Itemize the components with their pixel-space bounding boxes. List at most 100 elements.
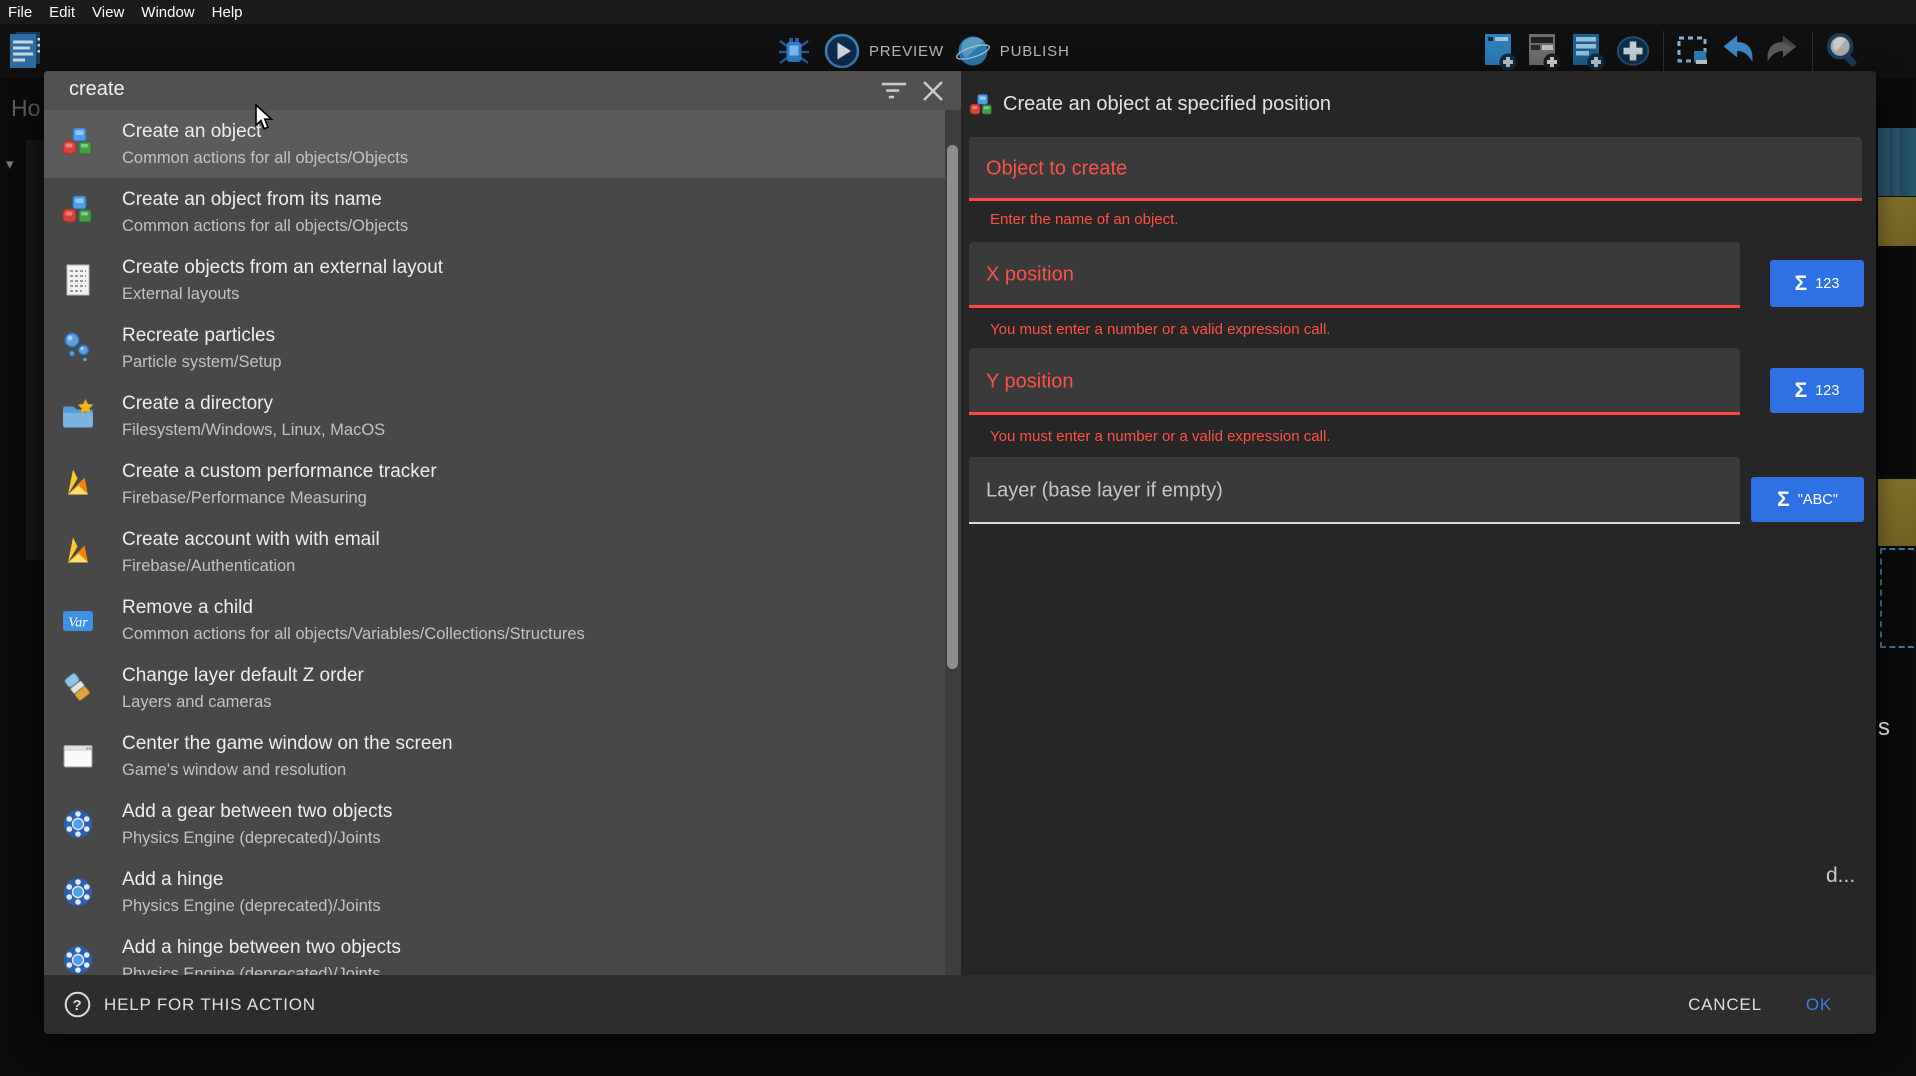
background-text-fragment: s bbox=[1878, 714, 1890, 742]
action-list-item[interactable]: Create a custom performance tracker Fire… bbox=[44, 450, 961, 518]
background-thumbnail-gold bbox=[1878, 479, 1916, 546]
action-title: Center the game window on the screen bbox=[122, 733, 453, 755]
y-expression-button[interactable]: Σ 123 bbox=[1770, 368, 1864, 413]
action-parameters-panel: Create an object at specified position O… bbox=[961, 71, 1876, 975]
y-field-label: Y position bbox=[986, 370, 1073, 393]
close-icon[interactable] bbox=[920, 78, 946, 104]
cubes-icon bbox=[968, 93, 995, 120]
action-group: Physics Engine (deprecated)/Joints bbox=[122, 828, 392, 848]
action-list-item[interactable]: Create an object Common actions for all … bbox=[44, 110, 961, 178]
cubes-icon bbox=[60, 194, 96, 230]
document-icon bbox=[60, 262, 96, 298]
cubes-icon bbox=[60, 126, 96, 162]
object-field-label: Object to create bbox=[986, 158, 1127, 181]
action-list-item[interactable]: Add a hinge Physics Engine (deprecated)/… bbox=[44, 858, 961, 926]
publish-label: PUBLISH bbox=[1000, 43, 1070, 60]
field-underline bbox=[969, 198, 1862, 201]
background-thumbnail-gold bbox=[1878, 197, 1916, 246]
toolbar-divider bbox=[1812, 31, 1813, 71]
undo-icon[interactable] bbox=[1719, 31, 1757, 71]
action-list-item[interactable]: Recreate particles Particle system/Setup bbox=[44, 314, 961, 382]
window-icon bbox=[60, 738, 96, 774]
search-input[interactable]: create bbox=[69, 78, 125, 101]
add-external-layout-icon[interactable] bbox=[1570, 31, 1608, 71]
action-list-item[interactable]: Create account with with email Firebase/… bbox=[44, 518, 961, 586]
menu-file[interactable]: File bbox=[8, 4, 32, 21]
action-title: Change layer default Z order bbox=[122, 665, 364, 687]
action-list-item[interactable]: Center the game window on the screen Gam… bbox=[44, 722, 961, 790]
deselect-icon[interactable] bbox=[1675, 31, 1713, 71]
action-group: Filesystem/Windows, Linux, MacOS bbox=[122, 420, 385, 440]
detail-header: Create an object at specified position bbox=[961, 71, 1876, 131]
action-group: Particle system/Setup bbox=[122, 352, 282, 372]
folder-star-icon bbox=[60, 398, 96, 434]
preview-label: PREVIEW bbox=[869, 43, 944, 60]
object-field-error: Enter the name of an object. bbox=[990, 211, 1178, 228]
menu-bar: File Edit View Window Help bbox=[0, 0, 1916, 24]
add-external-events-icon[interactable] bbox=[1526, 31, 1564, 71]
x-field-label: X position bbox=[986, 264, 1074, 287]
layer-expression-button[interactable]: Σ "ABC" bbox=[1751, 477, 1864, 522]
background-text-fragment: d... bbox=[1826, 864, 1855, 888]
action-group: Firebase/Authentication bbox=[122, 556, 380, 576]
action-title: Create account with with email bbox=[122, 529, 380, 551]
background-selection-outline bbox=[1880, 548, 1914, 648]
action-group: Common actions for all objects/Objects bbox=[122, 148, 408, 168]
action-title: Remove a child bbox=[122, 597, 585, 619]
sigma-icon: Σ bbox=[1777, 489, 1790, 510]
action-list-item[interactable]: Var Remove a child Common actions for al… bbox=[44, 586, 961, 654]
scrollbar-thumb[interactable] bbox=[947, 145, 958, 669]
cancel-button[interactable]: CANCEL bbox=[1688, 995, 1762, 1015]
action-list-item[interactable]: Create an object from its name Common ac… bbox=[44, 178, 961, 246]
zoom-search-icon[interactable] bbox=[1824, 31, 1862, 71]
x-position-field[interactable]: X position bbox=[969, 242, 1740, 308]
y-position-field[interactable]: Y position bbox=[969, 348, 1740, 415]
action-group: Firebase/Performance Measuring bbox=[122, 488, 437, 508]
help-for-action-button[interactable]: ? HELP FOR THIS ACTION bbox=[64, 991, 316, 1018]
layer-field[interactable]: Layer (base layer if empty) bbox=[969, 457, 1740, 524]
publish-button[interactable]: PUBLISH bbox=[954, 31, 1070, 71]
x-field-error: You must enter a number or a valid expre… bbox=[990, 321, 1330, 338]
action-group: Game's window and resolution bbox=[122, 760, 453, 780]
object-to-create-field[interactable]: Object to create bbox=[969, 137, 1862, 201]
sigma-icon: Σ bbox=[1795, 273, 1808, 294]
action-list-item[interactable]: Add a gear between two objects Physics E… bbox=[44, 790, 961, 858]
y-field-error: You must enter a number or a valid expre… bbox=[990, 428, 1330, 445]
detail-title: Create an object at specified position bbox=[1003, 93, 1331, 116]
action-list-item[interactable]: Add a hinge between two objects Physics … bbox=[44, 926, 961, 975]
action-list-item[interactable]: Create objects from an external layout E… bbox=[44, 246, 961, 314]
ok-button[interactable]: OK bbox=[1806, 995, 1832, 1015]
action-group: Physics Engine (deprecated)/Joints bbox=[122, 964, 401, 976]
dropdown-caret-icon[interactable]: ▾ bbox=[6, 155, 14, 173]
menu-edit[interactable]: Edit bbox=[49, 4, 75, 21]
debug-icon[interactable] bbox=[775, 31, 813, 71]
action-title: Create an object from its name bbox=[122, 189, 408, 211]
preview-button[interactable]: PREVIEW bbox=[823, 31, 944, 71]
publish-globe-icon bbox=[954, 31, 992, 71]
action-group: Layers and cameras bbox=[122, 692, 364, 712]
menu-help[interactable]: Help bbox=[212, 4, 243, 21]
app-menu-icon[interactable] bbox=[6, 31, 44, 71]
action-list-item[interactable]: Change layer default Z order Layers and … bbox=[44, 654, 961, 722]
action-title: Create objects from an external layout bbox=[122, 257, 443, 279]
menu-view[interactable]: View bbox=[92, 4, 124, 21]
list-scrollbar[interactable] bbox=[945, 110, 961, 975]
action-group: Physics Engine (deprecated)/Joints bbox=[122, 896, 381, 916]
tab-home[interactable]: Ho bbox=[11, 95, 40, 122]
action-title: Add a hinge between two objects bbox=[122, 937, 401, 959]
action-list-item[interactable]: Create a directory Filesystem/Windows, L… bbox=[44, 382, 961, 450]
svg-text:?: ? bbox=[73, 997, 83, 1014]
screen: File Edit View Window Help PREVIEW PUBLISH H… bbox=[0, 0, 1916, 1076]
menu-window[interactable]: Window bbox=[141, 4, 194, 21]
action-title: Create a custom performance tracker bbox=[122, 461, 437, 483]
action-title: Add a gear between two objects bbox=[122, 801, 392, 823]
action-title: Recreate particles bbox=[122, 325, 282, 347]
firebase-icon bbox=[60, 534, 96, 570]
add-scene-icon[interactable] bbox=[1482, 31, 1520, 71]
filter-icon[interactable] bbox=[881, 78, 907, 104]
dialog-footer: ? HELP FOR THIS ACTION CANCEL OK bbox=[44, 975, 1876, 1034]
redo-icon[interactable] bbox=[1763, 31, 1801, 71]
add-extension-icon[interactable] bbox=[1614, 31, 1652, 71]
x-expression-button[interactable]: Σ 123 bbox=[1770, 260, 1864, 307]
action-group: Common actions for all objects/Objects bbox=[122, 216, 408, 236]
